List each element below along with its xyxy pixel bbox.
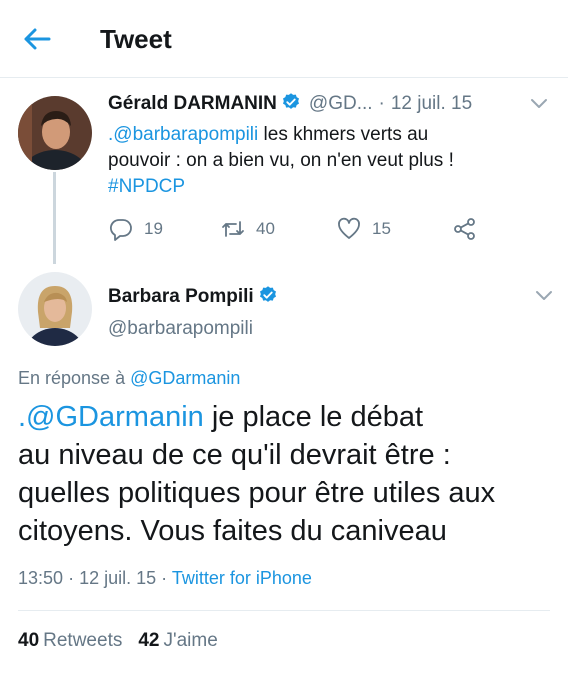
- mention-link[interactable]: .@GDarmanin: [18, 401, 204, 433]
- tweet1-actions: 19 40 15: [108, 216, 548, 244]
- author-handle[interactable]: @barbarapompili: [108, 318, 253, 340]
- tweet2-text: .@GDarmanin je place le débat au niveau …: [18, 398, 558, 550]
- engagement-stats: 40 Retweets 42 J'aime: [18, 630, 234, 652]
- verified-badge-icon: [282, 93, 299, 109]
- tweet-time: 13:50: [18, 568, 64, 588]
- tweet-text-line4: citoyens. Vous faites du caniveau: [18, 515, 447, 547]
- reply-context: En réponse à @GDarmanin: [18, 368, 240, 389]
- tweet-text-line1: je place le débat: [203, 401, 424, 433]
- back-arrow-icon[interactable]: [22, 26, 52, 52]
- separator-dot: ·: [68, 568, 75, 588]
- retweet-icon: [222, 221, 244, 237]
- retweet-count: 40: [256, 219, 275, 238]
- mention-link[interactable]: .@barbarapompili: [108, 124, 258, 145]
- share-icon: [454, 218, 475, 240]
- chevron-down-icon[interactable]: [530, 98, 548, 110]
- likes-label: J'aime: [163, 630, 218, 651]
- avatar-barbara-pompili[interactable]: [18, 272, 92, 346]
- separator-dot: ·: [378, 93, 385, 114]
- retweets-count: 40: [18, 630, 40, 651]
- separator-dot: ·: [161, 568, 168, 588]
- author-name[interactable]: Gérald DARMANIN: [108, 93, 277, 114]
- share-button[interactable]: [452, 216, 488, 242]
- reply-icon: [109, 219, 132, 241]
- tweet-date[interactable]: 12 juil. 15: [391, 93, 472, 114]
- heart-icon: [338, 217, 360, 239]
- like-button[interactable]: 15: [336, 216, 391, 242]
- hashtag-link[interactable]: #NPDCP: [108, 174, 548, 200]
- avatar-gerald-darmanin[interactable]: [18, 96, 92, 170]
- divider: [18, 610, 550, 611]
- author-handle[interactable]: @GD...: [309, 93, 373, 114]
- likes-stat[interactable]: 42 J'aime: [138, 630, 233, 651]
- tweet1-header: Gérald DARMANIN @GD... · 12 juil. 15: [108, 92, 472, 115]
- tweet-text-line2: au niveau de ce qu'il devrait être :: [18, 439, 451, 471]
- reply-handle-link[interactable]: @GDarmanin: [130, 368, 240, 388]
- reply-button[interactable]: 19: [108, 216, 163, 242]
- tweet-text-line2: pouvoir : on a bien vu, on n'en veut plu…: [108, 150, 454, 171]
- reply-prefix: En réponse à: [18, 368, 126, 388]
- page-title: Tweet: [100, 24, 172, 54]
- retweet-button[interactable]: 40: [220, 216, 275, 242]
- tweet-date: 12 juil. 15: [79, 568, 157, 588]
- tweet1-text: .@barbarapompili les khmers verts au pou…: [108, 122, 548, 200]
- retweets-stat[interactable]: 40 Retweets: [18, 630, 138, 651]
- author-name[interactable]: Barbara Pompili: [108, 286, 254, 307]
- tweet-text-line3: quelles politiques pour être utiles aux: [18, 477, 496, 509]
- retweets-label: Retweets: [43, 630, 123, 651]
- tweet-text-line1: les khmers verts au: [258, 124, 429, 145]
- likes-count: 42: [138, 630, 160, 651]
- tweet2-header: Barbara Pompili: [108, 285, 278, 308]
- source-link[interactable]: Twitter for iPhone: [172, 568, 312, 588]
- top-bar: Tweet: [0, 0, 568, 78]
- chevron-down-icon[interactable]: [535, 290, 553, 302]
- thread-line: [53, 172, 56, 264]
- like-count: 15: [372, 219, 391, 238]
- reply-count: 19: [144, 219, 163, 238]
- tweet-meta: 13:50 · 12 juil. 15 · Twitter for iPhone: [18, 568, 312, 589]
- verified-badge-icon: [259, 286, 276, 302]
